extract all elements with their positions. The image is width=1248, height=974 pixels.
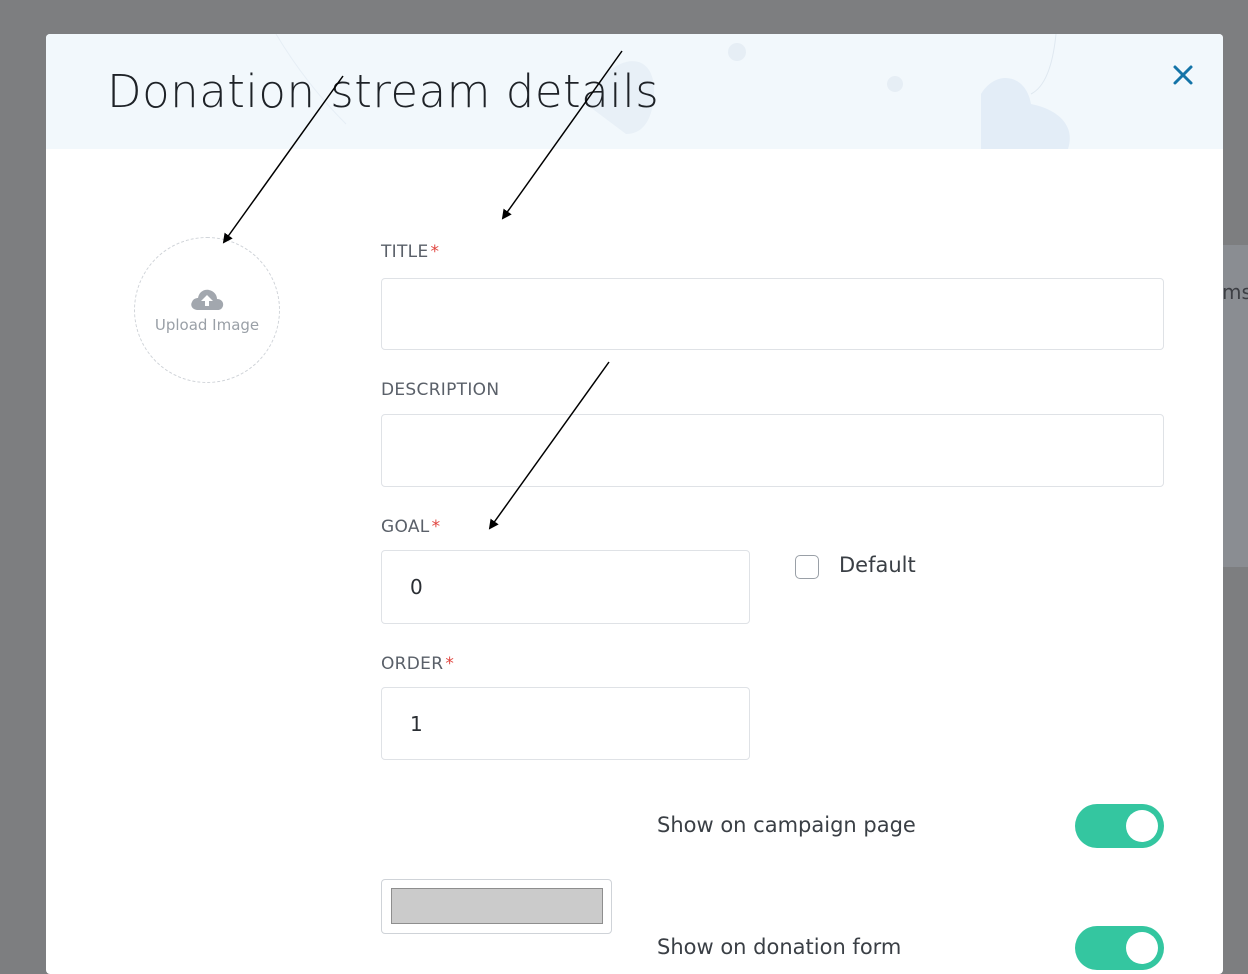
modal-title: Donation stream details [107,65,660,118]
default-checkbox-label: Default [839,553,916,577]
toggle-knob [1126,810,1158,842]
order-input[interactable] [381,687,750,760]
toggle-knob [1126,932,1158,964]
show-on-campaign-page-toggle[interactable] [1075,804,1164,848]
donation-stream-modal: Donation stream details Upload Image TIT… [46,34,1223,974]
description-label: DESCRIPTION [381,380,499,400]
order-label-text: ORDER [381,654,444,674]
color-swatch [391,888,603,924]
show-on-donation-form-toggle[interactable] [1075,926,1164,970]
show-on-campaign-page-label: Show on campaign page [657,813,916,837]
title-label: TITLE * [381,242,439,262]
description-label-text: DESCRIPTION [381,380,500,400]
required-marker: * [445,654,455,674]
goal-label: GOAL * [381,517,440,537]
order-label: ORDER * [381,654,454,674]
required-marker: * [431,517,441,537]
cloud-upload-icon [191,289,224,310]
default-checkbox[interactable] [795,555,819,579]
required-marker: * [430,242,440,262]
goal-label-text: GOAL [381,517,430,537]
modal-header: Donation stream details [46,34,1223,149]
show-on-donation-form-label: Show on donation form [657,935,902,959]
upload-image-button[interactable]: Upload Image [134,237,280,383]
title-input[interactable] [381,278,1164,350]
close-button[interactable] [1168,60,1198,90]
goal-input[interactable] [381,550,750,624]
title-label-text: TITLE [381,242,429,262]
upload-image-label: Upload Image [154,316,260,334]
close-icon [1173,65,1193,85]
background-text: ms [1222,280,1248,304]
color-picker[interactable] [381,879,612,934]
description-input[interactable] [381,414,1164,487]
